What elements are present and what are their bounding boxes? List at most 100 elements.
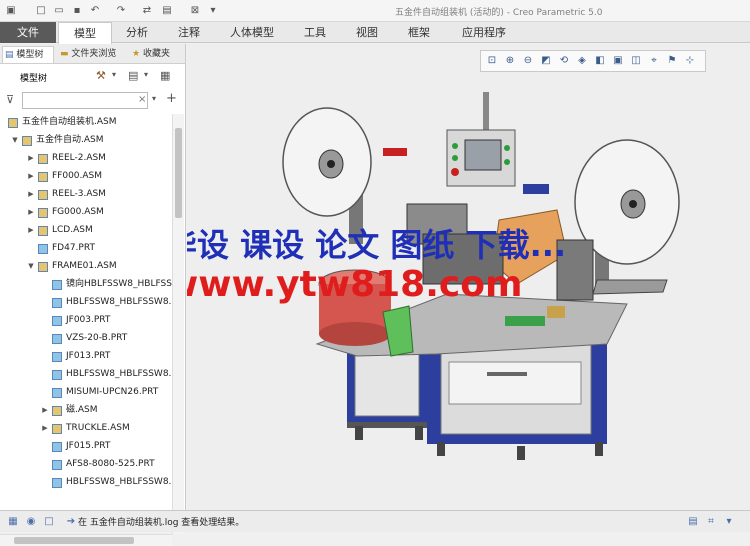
tab-model-tree[interactable]: ▤ 模型树 — [2, 46, 54, 63]
ribbon-tabs: 文件 模型 分析 注释 人体模型 工具 视图 框架 应用程序 — [0, 22, 750, 44]
part-icon — [52, 460, 62, 470]
tree-row-label: LCD.ASM — [52, 225, 93, 235]
tree-tab-icon: ▤ — [5, 50, 14, 60]
model-tree-panel: ▤ 模型树 ▬ 文件夹浏览 ★ 收藏夹 模型树 ⚒ ▾ ▤ ▾ ▦ ⊽ × ▾ … — [0, 44, 186, 546]
show-icon[interactable]: ▦ — [160, 69, 170, 82]
tab-tools[interactable]: 工具 — [292, 22, 338, 43]
tab-file[interactable]: 文件 — [0, 22, 56, 43]
tab-framework[interactable]: 框架 — [396, 22, 442, 43]
tree-row-label: AFS8-8080-525.PRT — [66, 459, 155, 469]
settings-dropdown-icon[interactable]: ▾ — [112, 70, 116, 79]
favorites-icon: ★ — [132, 49, 141, 59]
fullscreen-icon[interactable]: □ — [42, 515, 56, 529]
settings-icon[interactable]: ⚒ — [96, 69, 106, 82]
status-bar: ▦ ◉ □ ➔ 在 五金件自动组装机.log 查看处理结果。 ▤ ⌗ ▾ — [0, 510, 750, 532]
part-icon — [52, 370, 62, 380]
part-icon — [52, 316, 62, 326]
model-tree: 五金件自动组装机.ASM ▼ 五金件自动.ASM ▶ REEL-2.ASM ▶ … — [0, 114, 172, 494]
tab-view[interactable]: 视图 — [344, 22, 390, 43]
tree-row-label: TRUCKLE.ASM — [66, 423, 130, 433]
panel-tabs: ▤ 模型树 ▬ 文件夹浏览 ★ 收藏夹 — [0, 44, 185, 64]
customize-toolbar-icon[interactable]: ▾ — [206, 4, 220, 18]
tab-model-tree-label: 模型树 — [16, 50, 44, 60]
tree-row-label: HBLFSSW8_HBLFSSW8.P — [66, 477, 172, 487]
expand-icon[interactable]: ▶ — [40, 420, 50, 437]
regenerate-icon[interactable]: ⇄ — [140, 4, 154, 18]
control-panel — [446, 92, 516, 187]
new-icon[interactable]: □ — [34, 4, 48, 18]
collapse-icon[interactable]: ▼ — [26, 258, 36, 275]
assembly-icon — [38, 226, 48, 236]
part-icon — [52, 334, 62, 344]
clear-filter-icon[interactable]: × — [138, 94, 146, 105]
tab-folder-browser[interactable]: ▬ 文件夹浏览 — [58, 46, 126, 63]
tab-annotate[interactable]: 注释 — [166, 22, 212, 43]
window-title: 五金件自动组装机 (活动的) - Creo Parametric 5.0 — [395, 8, 603, 18]
tree-row-label: MISUMI-UPCN26.PRT — [66, 387, 159, 397]
tree-vertical-scrollbar[interactable] — [172, 114, 184, 534]
expand-icon[interactable]: ▶ — [26, 204, 36, 221]
tree-header: 模型树 — [20, 74, 48, 84]
expand-icon[interactable]: ▶ — [40, 402, 50, 419]
tree-row-label: FRAME01.ASM — [52, 261, 117, 271]
status-message[interactable]: 在 五金件自动组装机.log 查看处理结果。 — [78, 515, 244, 528]
tree-row-label: HBLFSSW8_HBLFSSW8.P — [66, 297, 172, 307]
expand-icon[interactable]: ▶ — [26, 186, 36, 203]
tree-row-label: 五金件自动组装机.ASM — [22, 117, 117, 127]
assembly-icon — [38, 208, 48, 218]
assembly-icon — [38, 172, 48, 182]
tab-model[interactable]: 模型 — [58, 22, 112, 44]
redo-icon[interactable]: ↷ — [114, 4, 128, 18]
part-icon — [52, 478, 62, 488]
tree-row-label: REEL-2.ASM — [52, 153, 106, 163]
tree-row-label: VZS-20-B.PRT — [66, 333, 128, 343]
assembly-icon — [52, 406, 62, 416]
save-icon[interactable]: ▪ — [70, 4, 84, 18]
selection-filter-icon[interactable]: ▤ — [686, 515, 700, 529]
expand-icon[interactable]: ▶ — [26, 222, 36, 239]
tree-row-label: HBLFSSW8_HBLFSSW8.P — [66, 369, 172, 379]
tab-manikin[interactable]: 人体模型 — [222, 22, 282, 43]
scroll-thumb[interactable] — [175, 128, 182, 218]
filter-icon[interactable]: ⊽ — [6, 93, 14, 106]
close-window-icon[interactable]: ⊠ — [188, 4, 202, 18]
tree-horizontal-scrollbar[interactable] — [0, 534, 172, 546]
tree-row-label: FD47.PRT — [52, 243, 95, 253]
folder-icon: ▬ — [60, 49, 69, 59]
graphics-window[interactable]: ⊡ ⊕ ⊖ ◩ ⟲ ◈ ◧ ▣ ◫ ⌖ ⚑ ⊹ 毕设 课设 论文 图纸 下载..… — [187, 44, 750, 510]
undo-icon[interactable]: ↶ — [88, 4, 102, 18]
tab-folder-browser-label: 文件夹浏览 — [71, 49, 117, 59]
tab-analysis[interactable]: 分析 — [114, 22, 160, 43]
assembly-icon — [8, 118, 18, 128]
filter-dropdown-icon[interactable]: ▾ — [152, 94, 156, 103]
open-icon[interactable]: ▭ — [52, 4, 66, 18]
model-tree-toggle-icon[interactable]: ▦ — [6, 515, 20, 529]
add-filter-icon[interactable]: + — [166, 91, 177, 106]
collapse-icon[interactable]: ▼ — [10, 132, 20, 149]
smart-select-icon[interactable]: ▾ — [722, 515, 736, 529]
watermark-line-2: www.ytw818.com — [187, 264, 523, 305]
browser-toggle-icon[interactable]: ◉ — [24, 515, 38, 529]
assembly-icon — [22, 136, 32, 146]
expand-icon[interactable]: ▶ — [26, 168, 36, 185]
tree-row-label: FF000.ASM — [52, 171, 103, 181]
expand-icon[interactable]: ▶ — [26, 150, 36, 167]
assembly-icon — [52, 424, 62, 434]
tree-row-label: REEL-3.ASM — [52, 189, 106, 199]
title-bar: ▣ □ ▭ ▪ ↶ ↷ ⇄ ▤ ⊠ ▾ 五金件自动组装机 (活动的) - Cre… — [0, 0, 750, 22]
tree-row-label: 磁.ASM — [66, 405, 98, 415]
tab-favorites-label: 收藏夹 — [142, 49, 170, 59]
tree-search-input[interactable] — [22, 92, 148, 109]
select-mode-icon[interactable]: ⌗ — [704, 515, 718, 529]
part-icon — [52, 352, 62, 362]
hscroll-thumb[interactable] — [14, 537, 134, 544]
tree-columns-icon[interactable]: ▤ — [128, 69, 138, 82]
tree-filter-bar: ⊽ × ▾ + — [0, 90, 186, 112]
tab-applications[interactable]: 应用程序 — [452, 22, 516, 43]
columns-dropdown-icon[interactable]: ▾ — [144, 70, 148, 79]
windows-icon[interactable]: ▤ — [160, 4, 174, 18]
app-icon: ▣ — [6, 5, 16, 16]
tree-row-label: JF003.PRT — [66, 315, 111, 325]
part-icon — [38, 244, 48, 254]
tab-favorites[interactable]: ★ 收藏夹 — [130, 46, 184, 63]
